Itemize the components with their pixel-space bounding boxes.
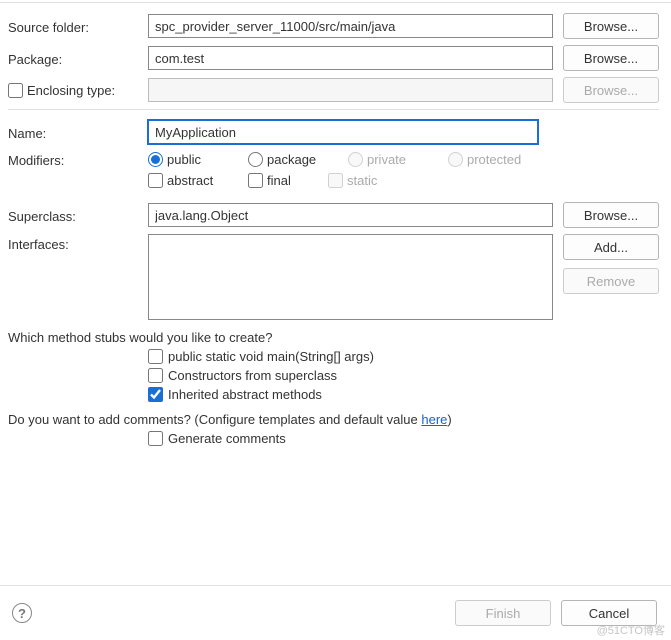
- add-interface-button[interactable]: Add...: [563, 234, 659, 260]
- enclosing-type-checkbox[interactable]: [8, 83, 23, 98]
- interfaces-label: Interfaces:: [8, 234, 148, 252]
- modifier-private-radio: private: [348, 152, 448, 167]
- modifier-protected-radio: protected: [448, 152, 548, 167]
- source-folder-input[interactable]: [148, 14, 553, 38]
- browse-source-folder-button[interactable]: Browse...: [563, 13, 659, 39]
- comments-prompt: Do you want to add comments? (Configure …: [8, 412, 659, 427]
- enclosing-type-check[interactable]: Enclosing type:: [8, 83, 148, 98]
- interfaces-list[interactable]: [148, 234, 553, 320]
- superclass-input[interactable]: [148, 203, 553, 227]
- finish-button: Finish: [455, 600, 551, 626]
- name-input[interactable]: [148, 120, 538, 144]
- modifier-static-check: static: [328, 173, 428, 188]
- modifier-final-check[interactable]: final: [248, 173, 328, 188]
- browse-superclass-button[interactable]: Browse...: [563, 202, 659, 228]
- generate-comments-check[interactable]: Generate comments: [148, 431, 659, 446]
- superclass-label: Superclass:: [8, 206, 148, 224]
- modifier-public-radio[interactable]: public: [148, 152, 248, 167]
- package-label: Package:: [8, 49, 148, 67]
- configure-templates-link[interactable]: here: [421, 412, 447, 427]
- modifier-abstract-check[interactable]: abstract: [148, 173, 248, 188]
- cancel-button[interactable]: Cancel: [561, 600, 657, 626]
- stub-inherited-check[interactable]: Inherited abstract methods: [148, 387, 659, 402]
- modifier-package-radio[interactable]: package: [248, 152, 348, 167]
- source-folder-label: Source folder:: [8, 17, 148, 35]
- package-input[interactable]: [148, 46, 553, 70]
- enclosing-type-label: Enclosing type:: [27, 83, 115, 98]
- help-icon[interactable]: ?: [12, 603, 32, 623]
- method-stubs-prompt: Which method stubs would you like to cre…: [8, 330, 659, 345]
- browse-enclosing-type-button: Browse...: [563, 77, 659, 103]
- name-label: Name:: [8, 123, 148, 141]
- stub-constructors-check[interactable]: Constructors from superclass: [148, 368, 659, 383]
- remove-interface-button: Remove: [563, 268, 659, 294]
- enclosing-type-input: [148, 78, 553, 102]
- browse-package-button[interactable]: Browse...: [563, 45, 659, 71]
- modifiers-label: Modifiers:: [8, 150, 148, 168]
- stub-main-check[interactable]: public static void main(String[] args): [148, 349, 659, 364]
